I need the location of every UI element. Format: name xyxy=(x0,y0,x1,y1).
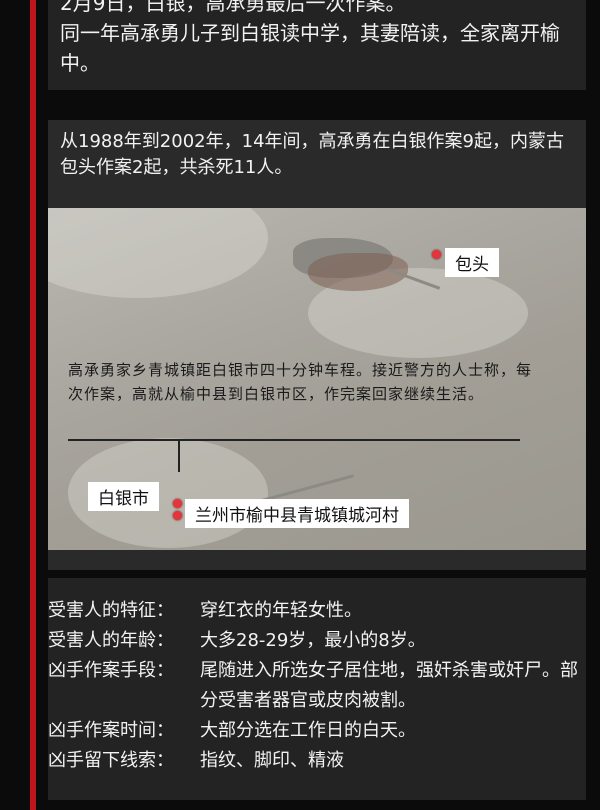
fact-row: 凶手留下线索： 指纹、脚印、精液 xyxy=(48,746,586,776)
fact-value: 大多28-29岁，最小的8岁。 xyxy=(200,630,426,651)
fact-label: 凶手作案时间： xyxy=(48,720,174,741)
fact-value: 尾随进入所选女子居住地，强奸杀害或奸尸。部分受害者器官或皮肉被割。 xyxy=(200,660,578,711)
intro-line-1: 同一年高承勇儿子到白银读中学，其妻陪读，全家离开榆中。 xyxy=(60,21,560,75)
summary-caption: 从1988年到2002年，14年间，高承勇在白银作案9起，内蒙古包头作案2起，共… xyxy=(60,131,564,178)
accent-bar xyxy=(30,0,36,810)
annotation-line xyxy=(68,439,520,441)
fact-row: 凶手作案时间： 大部分选在工作日的白天。 xyxy=(48,716,586,746)
satellite-map: 包头 高承勇家乡青城镇距白银市四十分钟车程。接近警方的人士称，每次作案，高就从榆… xyxy=(48,208,586,550)
fact-value: 指纹、脚印、精液 xyxy=(200,750,344,771)
fact-label: 受害人的特征： xyxy=(48,600,174,621)
map-panel: 从1988年到2002年，14年间，高承勇在白银作案9起，内蒙古包头作案2起，共… xyxy=(48,120,586,570)
fact-value: 穿红衣的年轻女性。 xyxy=(200,600,362,621)
fact-label: 凶手作案手段： xyxy=(48,660,174,681)
fact-value: 大部分选在工作日的白天。 xyxy=(200,720,416,741)
annotation-tick xyxy=(178,439,180,472)
fact-label: 凶手留下线索： xyxy=(48,750,174,771)
fact-row: 凶手作案手段： 尾随进入所选女子居住地，强奸杀害或奸尸。部分受害者器官或皮肉被割… xyxy=(48,656,586,716)
baiyin-pin xyxy=(173,499,182,508)
facts-list: 受害人的特征： 穿红衣的年轻女性。 受害人的年龄： 大多28-29岁，最小的8岁… xyxy=(48,578,586,776)
baotou-pin xyxy=(432,250,441,259)
village-pin xyxy=(173,511,182,520)
fact-row: 受害人的年龄： 大多28-29岁，最小的8岁。 xyxy=(48,626,586,656)
intro-panel: 2月9日，白银，高承勇最后一次作案。 同一年高承勇儿子到白银读中学，其妻陪读，全… xyxy=(48,0,586,90)
facts-panel: 受害人的特征： 穿红衣的年轻女性。 受害人的年龄： 大多28-29岁，最小的8岁… xyxy=(48,578,586,800)
baiyin-label: 白银市 xyxy=(88,482,159,511)
baotou-label: 包头 xyxy=(445,248,499,277)
intro-line-0: 2月9日，白银，高承勇最后一次作案。 xyxy=(60,0,406,15)
map-annotation: 高承勇家乡青城镇距白银市四十分钟车程。接近警方的人士称，每次作案，高就从榆中县到… xyxy=(68,361,533,403)
fact-row: 受害人的特征： 穿红衣的年轻女性。 xyxy=(48,596,586,626)
fact-label: 受害人的年龄： xyxy=(48,630,174,651)
village-label: 兰州市榆中县青城镇城河村 xyxy=(185,499,409,528)
